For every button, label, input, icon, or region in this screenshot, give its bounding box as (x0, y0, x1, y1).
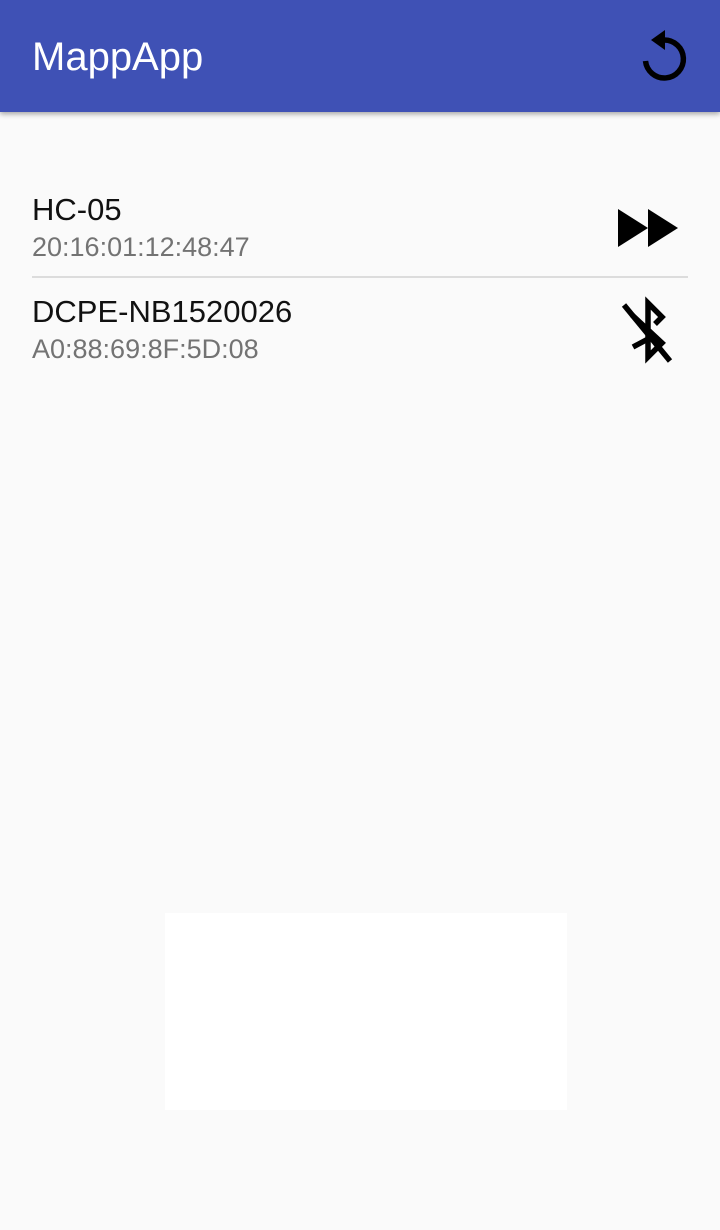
list-item-dcpe[interactable]: DCPE-NB1520026 A0:88:69:8F:5D:08 (32, 278, 688, 378)
app-title: MappApp (32, 35, 204, 79)
connect-button[interactable] (612, 192, 684, 264)
list-item-hc-05[interactable]: HC-05 20:16:01:12:48:47 (32, 176, 688, 278)
device-address: 20:16:01:12:48:47 (32, 232, 250, 262)
device-list: HC-05 20:16:01:12:48:47 DCPE-NB1520026 A… (0, 176, 720, 378)
device-address: A0:88:69:8F:5D:08 (32, 334, 259, 364)
bluetooth-disabled-icon (621, 296, 673, 364)
app-bar: MappApp (0, 0, 720, 112)
fast-forward-icon (618, 209, 678, 247)
device-name: HC-05 (32, 192, 122, 227)
refresh-icon (642, 30, 687, 81)
device-name: DCPE-NB1520026 (32, 294, 293, 329)
bluetooth-button[interactable] (612, 294, 684, 366)
refresh-button[interactable] (628, 24, 700, 88)
blank-panel (165, 913, 567, 1110)
